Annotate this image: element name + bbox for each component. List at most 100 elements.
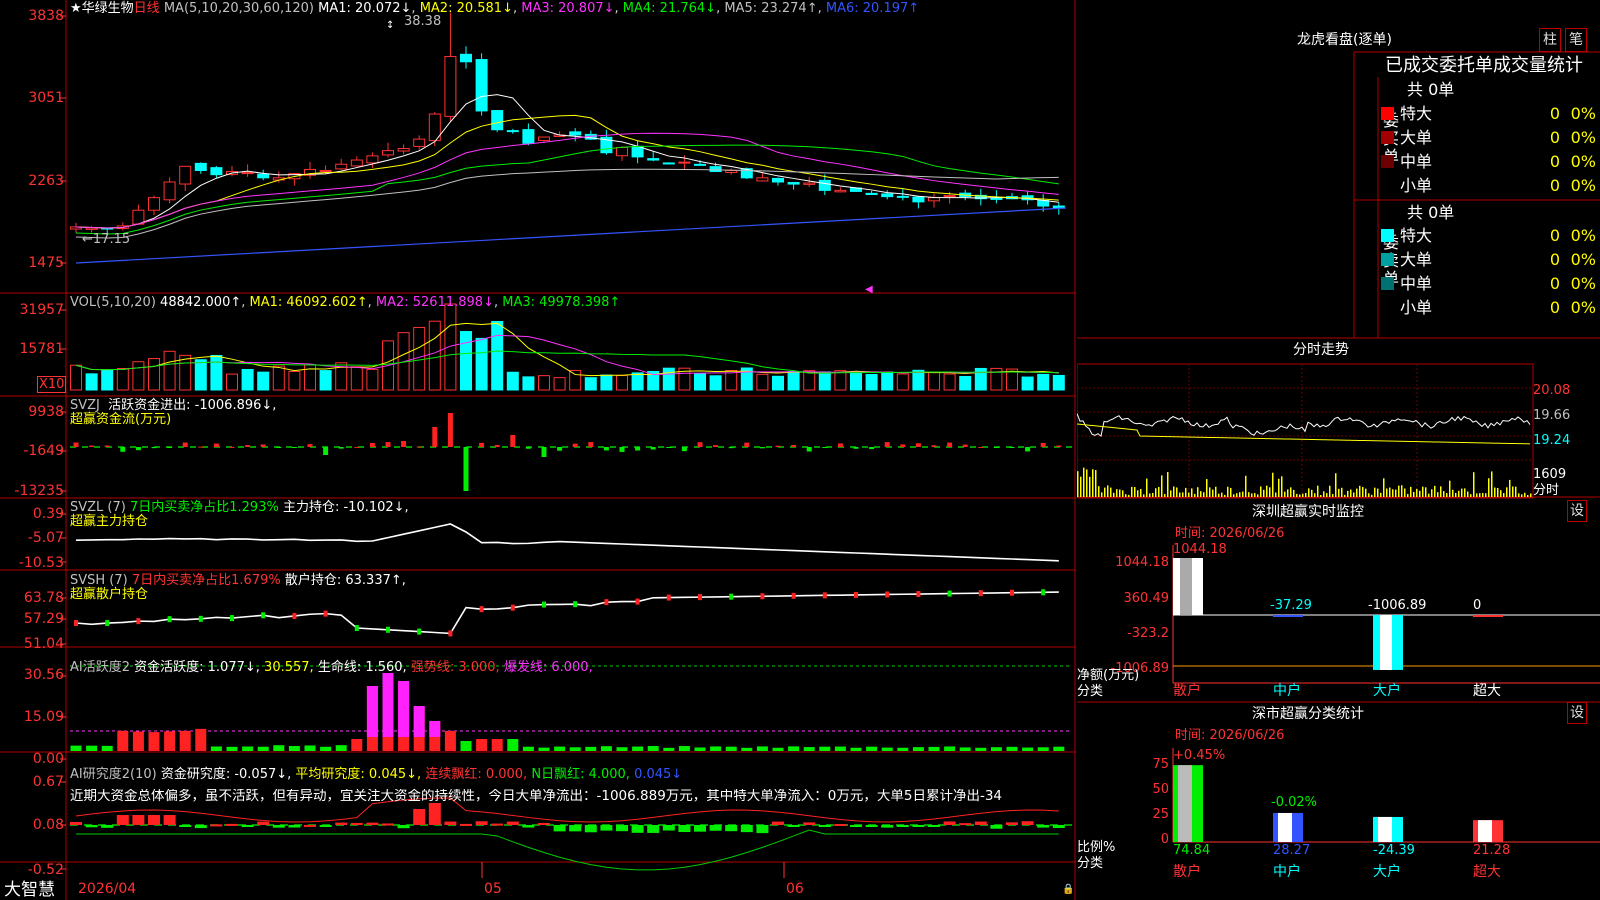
candle[interactable] [694,163,706,166]
volume-bar[interactable] [491,320,504,391]
volume-bar[interactable] [101,369,114,391]
candle[interactable] [475,59,488,112]
volume-bar[interactable] [818,371,831,391]
tick-mode-button[interactable]: 笔 [1565,28,1587,52]
volume-bar[interactable] [257,371,270,391]
candle[interactable] [210,167,223,176]
volume-bar[interactable] [616,375,628,391]
candle[interactable] [772,177,784,183]
volume-bar[interactable] [896,373,909,391]
candle[interactable] [616,146,628,157]
kline-chart-area[interactable]: ↕ ◀ ★华绿生物日线 MA(5,10,20,30,60,120) MA1: 20… [0,0,1076,900]
bar-mode-button[interactable]: 柱 [1539,28,1561,52]
candle[interactable] [179,165,192,185]
volume-bar[interactable] [70,364,82,391]
volume-bar[interactable] [943,373,956,391]
sz-monitor-settings-button[interactable]: 设 [1567,500,1587,522]
volume-bar[interactable] [772,375,784,391]
sz-stats-category[interactable]: 中户 [1273,865,1301,880]
volume-bar[interactable] [85,373,98,391]
sz-monitor-category[interactable]: 大户 [1373,684,1401,699]
candle[interactable] [647,158,660,161]
volume-bar[interactable] [148,358,160,391]
candle[interactable] [756,177,769,182]
candle[interactable] [319,169,332,172]
volume-bar[interactable] [460,331,472,391]
candle[interactable] [257,173,270,179]
candle[interactable] [865,192,878,196]
volume-bar[interactable] [272,365,285,391]
candle[interactable] [662,162,675,165]
candle[interactable] [990,197,1003,200]
lock-icon[interactable]: 🔒 [1062,884,1074,895]
period-label[interactable]: 日线 [134,1,160,16]
stock-name[interactable]: 华绿生物 [82,1,134,16]
sz-monitor-category[interactable]: 超大 [1473,684,1501,699]
candle[interactable] [928,197,940,202]
volume-bar[interactable] [538,375,550,391]
volume-bar[interactable] [974,367,987,391]
volume-bar[interactable] [912,369,925,391]
volume-bar[interactable] [928,372,940,391]
sz-stats-category[interactable]: 超大 [1473,865,1501,880]
candle[interactable] [335,163,348,170]
volume-bar[interactable] [1021,376,1034,391]
volume-bar[interactable] [865,373,878,391]
candle[interactable] [787,182,800,185]
volume-bar[interactable] [787,371,800,391]
candle[interactable] [350,159,363,167]
volume-bar[interactable] [179,354,192,391]
volume-bar[interactable] [366,368,379,391]
volume-bar[interactable] [226,373,238,391]
candle[interactable] [506,130,519,133]
volume-bar[interactable] [428,320,441,391]
candle[interactable] [491,110,504,131]
volume-bar[interactable] [569,369,582,391]
sz-stats-category[interactable]: 散户 [1173,865,1201,880]
candle[interactable] [881,193,894,198]
candle[interactable] [194,162,207,171]
candle[interactable] [522,129,535,144]
candle[interactable] [912,196,925,203]
candle[interactable] [569,131,582,136]
volume-bar[interactable] [444,303,457,391]
volume-bar[interactable] [694,373,706,391]
candle[interactable] [943,195,956,198]
candle[interactable] [148,197,160,211]
sz-stats-category[interactable]: 大户 [1373,865,1401,880]
volume-bar[interactable] [319,370,332,391]
volume-bar[interactable] [288,371,301,391]
volume-bar[interactable] [850,371,862,391]
candle[interactable] [538,136,550,141]
volume-bar[interactable] [1037,373,1050,391]
volume-bar[interactable] [834,370,847,391]
candle[interactable] [366,155,379,164]
sz-monitor-category[interactable]: 中户 [1273,684,1301,699]
sz-monitor-category[interactable]: 散户 [1173,684,1201,699]
volume-bar[interactable] [1052,374,1065,391]
volume-bar[interactable] [350,366,363,391]
candle[interactable] [460,53,472,63]
candle[interactable] [818,179,831,191]
volume-bar[interactable] [116,367,129,391]
candle[interactable] [413,138,426,147]
candle[interactable] [382,150,394,156]
main-chart-svg[interactable]: ↕◀ [0,0,1076,900]
sz-stats-settings-button[interactable]: 设 [1567,702,1587,724]
candle[interactable] [163,181,176,201]
candle[interactable] [896,195,909,198]
volume-bar[interactable] [600,374,613,391]
volume-bar[interactable] [506,371,519,391]
candle[interactable] [241,172,254,175]
volume-bar[interactable] [959,375,972,391]
volume-bar[interactable] [631,372,644,391]
volume-bar[interactable] [662,367,675,391]
candle[interactable] [397,148,410,152]
volume-bar[interactable] [475,337,488,391]
volume-bar[interactable] [725,369,738,391]
volume-bar[interactable] [522,376,535,391]
candle[interactable] [834,189,847,193]
candle[interactable] [444,56,457,117]
volume-bar[interactable] [210,354,223,391]
volume-bar[interactable] [709,375,722,391]
